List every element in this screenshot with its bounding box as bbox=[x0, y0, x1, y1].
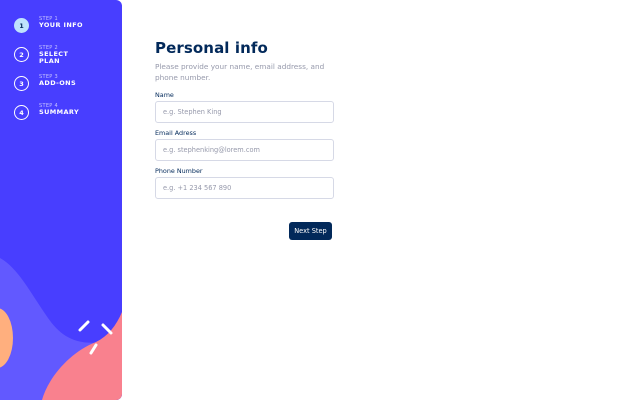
step-text: STEP 1 YOUR INFO bbox=[39, 16, 83, 29]
page-title: Personal info bbox=[155, 39, 268, 57]
next-step-button[interactable]: Next Step bbox=[289, 222, 332, 240]
step-text: STEP 2 SELECT PLAN bbox=[39, 45, 68, 65]
form-fields: Name Email Adress Phone Number bbox=[155, 91, 334, 199]
step-2[interactable]: 2 STEP 2 SELECT PLAN bbox=[14, 45, 83, 74]
name-label: Name bbox=[155, 91, 174, 99]
page-subtitle: Please provide your name, email address,… bbox=[155, 62, 325, 82]
personal-info-form: Personal info Please provide your name, … bbox=[155, 38, 334, 199]
step-number: 1 bbox=[14, 18, 29, 33]
phone-field-group: Phone Number bbox=[155, 167, 334, 199]
phone-input[interactable] bbox=[155, 177, 334, 199]
sidebar: 1 STEP 1 YOUR INFO 2 STEP 2 SELECT PLAN … bbox=[0, 0, 122, 400]
step-title: SUMMARY bbox=[39, 108, 80, 116]
step-4[interactable]: 4 STEP 4 SUMMARY bbox=[14, 103, 83, 132]
email-label: Email Adress bbox=[155, 129, 197, 137]
step-list: 1 STEP 1 YOUR INFO 2 STEP 2 SELECT PLAN … bbox=[14, 16, 83, 132]
step-3[interactable]: 3 STEP 3 ADD-ONS bbox=[14, 74, 83, 103]
step-number: 4 bbox=[14, 105, 29, 120]
name-input[interactable] bbox=[155, 101, 334, 123]
multi-step-form-page: 1 STEP 1 YOUR INFO 2 STEP 2 SELECT PLAN … bbox=[0, 0, 640, 400]
step-title: ADD-ONS bbox=[39, 79, 77, 87]
name-field-group: Name bbox=[155, 91, 334, 123]
step-text: STEP 4 SUMMARY bbox=[39, 103, 79, 116]
step-text: STEP 3 ADD-ONS bbox=[39, 74, 76, 87]
step-number: 2 bbox=[14, 47, 29, 62]
email-field-group: Email Adress bbox=[155, 129, 334, 161]
step-title: SELECT PLAN bbox=[39, 50, 69, 65]
step-title: YOUR INFO bbox=[39, 21, 83, 29]
email-input[interactable] bbox=[155, 139, 334, 161]
step-number: 3 bbox=[14, 76, 29, 91]
step-1[interactable]: 1 STEP 1 YOUR INFO bbox=[14, 16, 83, 45]
phone-label: Phone Number bbox=[155, 167, 203, 175]
